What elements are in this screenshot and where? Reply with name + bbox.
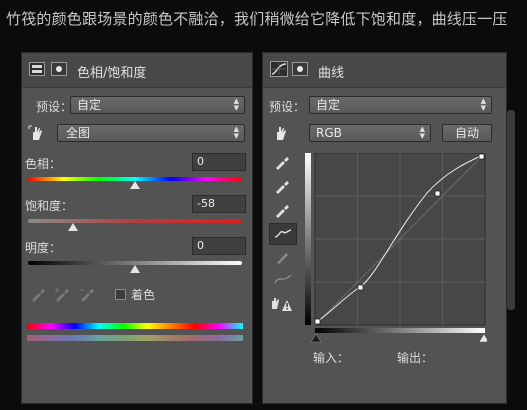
curve-tool-icon [274, 229, 292, 238]
lightness-slider-thumb[interactable] [130, 265, 140, 273]
hue-spectrum-bar-bottom [27, 335, 243, 341]
lightness-input[interactable]: 0 [192, 237, 246, 255]
hand-target-icon[interactable] [271, 124, 291, 142]
hue-input[interactable]: 0 [192, 153, 246, 171]
saturation-slider-thumb[interactable] [67, 223, 78, 231]
preset-label: 预设： [36, 100, 73, 114]
hue-saturation-header: 色相/饱和度 [22, 53, 252, 88]
hue-saturation-title: 色相/饱和度 [77, 66, 147, 81]
adjustment-layer-icon[interactable] [29, 62, 45, 76]
smooth-icon[interactable] [273, 271, 293, 287]
input-label: 输入： [313, 351, 350, 365]
dropdown-arrows-icon: ▲ ▼ [480, 97, 486, 112]
curves-header: 曲线 [263, 53, 506, 88]
preset-value: 自定 [77, 98, 102, 112]
hue-spectrum-bar-top [27, 323, 243, 329]
colorize-checkbox[interactable] [115, 289, 126, 300]
curve-tool-button[interactable] [269, 223, 297, 245]
curves-preset-label: 预设： [269, 100, 306, 114]
scrollbar[interactable] [507, 110, 515, 310]
saturation-slider-track[interactable] [28, 219, 242, 223]
output-label: 输出： [397, 351, 434, 365]
curves-panel: 曲线 预设： 自定 ▲ ▼ RGB ▲ ▼ 自动 输入： 输出： [262, 52, 507, 404]
hue-slider-thumb[interactable] [130, 181, 140, 189]
pencil-icon[interactable] [274, 249, 290, 265]
curves-preset-value: 自定 [316, 98, 341, 112]
clipping-warning-icon[interactable] [270, 295, 294, 313]
channel-value: 全图 [66, 126, 91, 140]
colorize-label: 着色 [131, 288, 156, 302]
curves-channel-dropdown[interactable]: RGB ▲ ▼ [309, 124, 431, 142]
hue-label: 色相： [25, 157, 62, 171]
eyedropper-minus-icon[interactable] [79, 286, 95, 302]
hue-saturation-panel: 色相/饱和度 预设： 自定 ▲ ▼ 全图 ▲ ▼ 色相： 0 饱和度： -58 明度… [21, 52, 253, 404]
auto-button[interactable]: 自动 [442, 124, 492, 142]
eyedropper-icon[interactable] [30, 286, 46, 302]
mask-icon[interactable] [292, 62, 308, 76]
curves-preset-dropdown[interactable]: 自定 ▲ ▼ [309, 96, 492, 114]
curves-channel-value: RGB [316, 126, 342, 140]
mask-icon[interactable] [51, 62, 67, 76]
eyedropper-icon[interactable] [274, 154, 290, 170]
lightness-label: 明度： [25, 241, 62, 255]
caption-text: 竹筏的颜色跟场景的颜色不融洽，我们稍微给它降低下饱和度，曲线压一压 [6, 10, 508, 28]
curves-graph[interactable] [305, 153, 487, 343]
saturation-label: 饱和度： [25, 199, 74, 213]
curves-layer-icon[interactable] [270, 61, 288, 77]
eyedropper-gray-icon[interactable] [274, 178, 290, 194]
dropdown-arrows-icon: ▲ ▼ [233, 125, 239, 140]
eyedropper-white-icon[interactable] [274, 202, 290, 218]
preset-dropdown[interactable]: 自定 ▲ ▼ [70, 96, 245, 114]
eyedropper-plus-icon[interactable] [54, 286, 70, 302]
channel-dropdown[interactable]: 全图 ▲ ▼ [57, 124, 245, 142]
dropdown-arrows-icon: ▲ ▼ [419, 125, 425, 140]
hand-target-icon[interactable] [27, 124, 47, 142]
saturation-input[interactable]: -58 [192, 195, 246, 213]
dropdown-arrows-icon: ▲ ▼ [233, 97, 239, 112]
curves-title: 曲线 [318, 66, 345, 81]
